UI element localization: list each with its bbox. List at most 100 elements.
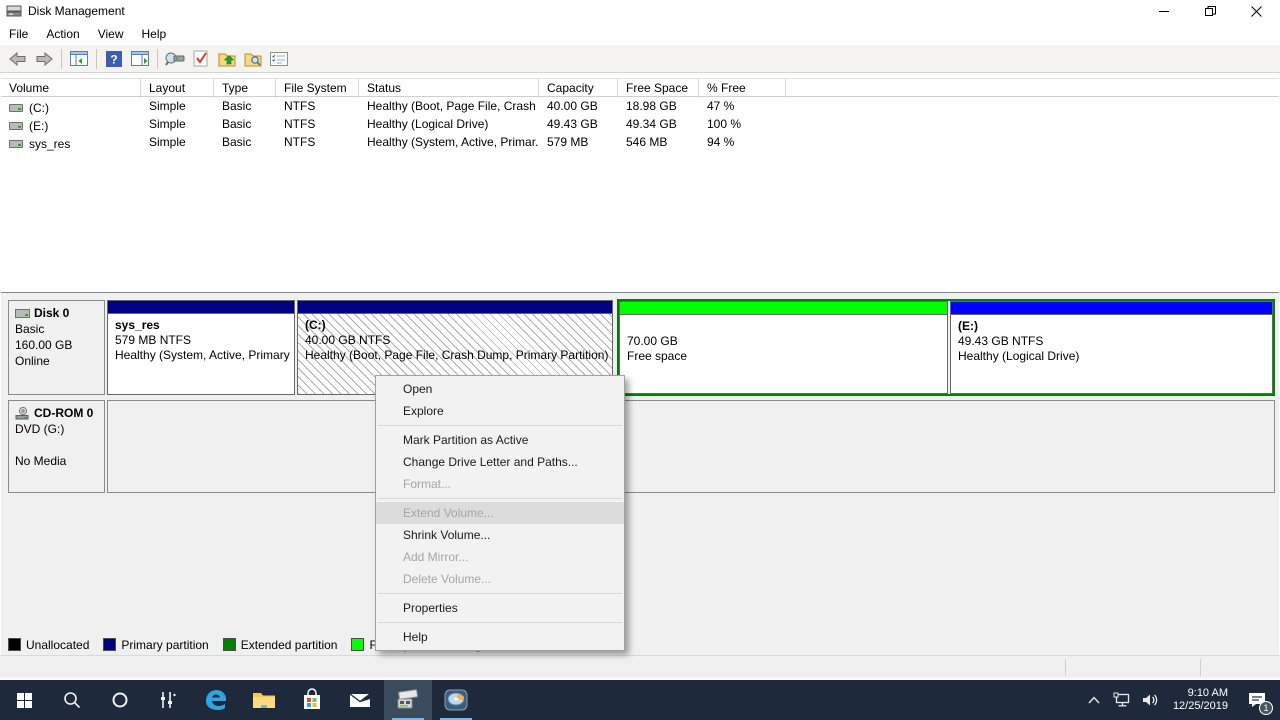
toolbar: ? <box>0 45 1280 73</box>
file-explorer-button[interactable] <box>240 680 288 720</box>
partition-sys-res[interactable]: sys_res 579 MB NTFS Healthy (System, Act… <box>107 300 295 395</box>
disk-management-icon <box>395 688 421 712</box>
partition-name: (C:) <box>305 318 610 333</box>
cdrom-info-panel[interactable]: CD-ROM 0 DVD (G:) No Media <box>8 400 105 493</box>
menu-separator <box>378 425 622 426</box>
store-button[interactable] <box>288 680 336 720</box>
start-button[interactable] <box>0 680 48 720</box>
primary-partition-swatch <box>103 638 116 651</box>
task-view-button[interactable] <box>144 680 192 720</box>
edge-button[interactable] <box>192 680 240 720</box>
volume-row-c[interactable]: (C:) Simple Basic NTFS Healthy (Boot, Pa… <box>1 98 1279 116</box>
minimize-icon <box>1159 6 1170 17</box>
action-pane-icon <box>131 51 149 66</box>
legend-label: Extended partition <box>241 638 338 652</box>
volume-icon <box>9 122 23 130</box>
menu-file[interactable]: File <box>0 22 37 45</box>
legend-label: Unallocated <box>26 638 89 652</box>
taskbar-clock[interactable]: 9:10 AM 12/25/2019 <box>1167 687 1234 713</box>
free-space-region[interactable]: 70.00 GB Free space <box>619 301 948 394</box>
free-space-swatch <box>351 638 364 651</box>
partition-e[interactable]: (E:) 49.43 GB NTFS Healthy (Logical Driv… <box>950 301 1273 394</box>
menu-item-change-drive-letter[interactable]: Change Drive Letter and Paths... <box>376 451 624 473</box>
taskbar-disk-management[interactable] <box>384 680 432 720</box>
system-tray: 9:10 AM 12/25/2019 1 <box>1083 680 1280 720</box>
tray-network-button[interactable] <box>1111 680 1133 720</box>
extended-partition-swatch <box>223 638 236 651</box>
volume-free: 546 MB <box>618 134 699 152</box>
close-button[interactable] <box>1233 0 1279 22</box>
column-header-file-system[interactable]: File System <box>276 79 359 98</box>
action-center-button[interactable]: 1 <box>1240 680 1274 720</box>
legend-extended-partition: Extended partition <box>223 638 338 652</box>
mail-icon <box>348 690 372 710</box>
toolbar-separator <box>61 49 62 69</box>
volume-row-e[interactable]: (E:) Simple Basic NTFS Healthy (Logical … <box>1 116 1279 134</box>
menu-action[interactable]: Action <box>37 22 88 45</box>
help-button[interactable]: ? <box>101 47 127 71</box>
volume-list-panel: Volume Layout Type File System Status Ca… <box>1 73 1279 293</box>
column-header-layout[interactable]: Layout <box>141 79 214 98</box>
volume-row-sysres[interactable]: sys_res Simple Basic NTFS Healthy (Syste… <box>1 134 1279 152</box>
search-button[interactable] <box>48 680 96 720</box>
extended-partition-region: 70.00 GB Free space (E:) 49.43 GB NTFS H… <box>617 299 1275 396</box>
menu-item-help[interactable]: Help <box>376 626 624 648</box>
disk0-info-panel[interactable]: Disk 0 Basic 160.00 GB Online <box>8 300 105 395</box>
menu-item-open[interactable]: Open <box>376 378 624 400</box>
cdrom-state: No Media <box>15 454 100 468</box>
folder-up-button[interactable] <box>214 47 240 71</box>
free-space-size: 70.00 GB <box>627 334 945 349</box>
menu-item-properties[interactable]: Properties <box>376 597 624 619</box>
column-header-free-space[interactable]: Free Space <box>618 79 699 98</box>
column-header-type[interactable]: Type <box>214 79 276 98</box>
volume-status: Healthy (Logical Drive) <box>359 116 539 134</box>
check-disk-icon <box>193 50 209 68</box>
device-properties-button[interactable] <box>162 47 188 71</box>
volume-icon <box>9 140 23 148</box>
toolbar-separator <box>157 49 158 69</box>
back-button[interactable] <box>5 47 31 71</box>
toolbar-separator <box>96 49 97 69</box>
volume-name: (C:) <box>29 101 49 115</box>
menu-item-explore[interactable]: Explore <box>376 400 624 422</box>
show-console-tree-button[interactable] <box>66 47 92 71</box>
volume-capacity: 579 MB <box>539 134 618 152</box>
device-view-icon <box>165 52 185 66</box>
column-header-capacity[interactable]: Capacity <box>539 79 618 98</box>
menu-item-shrink-volume[interactable]: Shrink Volume... <box>376 524 624 546</box>
unallocated-swatch <box>8 638 21 651</box>
disk0-kind: Basic <box>15 322 100 336</box>
volume-icon <box>1141 692 1159 708</box>
details-view-button[interactable] <box>266 47 292 71</box>
menu-view[interactable]: View <box>89 22 133 45</box>
tray-volume-button[interactable] <box>1139 680 1161 720</box>
check-volume-button[interactable] <box>188 47 214 71</box>
desktop: Disk Management File Action View Help ? <box>0 0 1280 720</box>
folder-up-icon <box>218 51 236 67</box>
menu-help[interactable]: Help <box>133 22 176 45</box>
menu-item-extend-volume: Extend Volume... <box>376 502 624 524</box>
forward-button[interactable] <box>31 47 57 71</box>
cdrom-media-region[interactable] <box>107 400 1275 493</box>
primary-partition-strip <box>298 301 612 314</box>
volume-free: 18.98 GB <box>618 98 699 116</box>
column-header-status[interactable]: Status <box>359 79 539 98</box>
show-action-pane-button[interactable] <box>127 47 153 71</box>
menu-item-mark-partition-active[interactable]: Mark Partition as Active <box>376 429 624 451</box>
disk0-state: Online <box>15 354 100 368</box>
partition-name: (E:) <box>958 319 1270 334</box>
folder-find-button[interactable] <box>240 47 266 71</box>
network-icon <box>1113 692 1131 708</box>
mail-button[interactable] <box>336 680 384 720</box>
title-bar: Disk Management <box>0 0 1280 22</box>
logical-drive-strip <box>951 302 1272 315</box>
taskbar-partition-tool[interactable] <box>432 680 480 720</box>
column-header-volume[interactable]: Volume <box>1 79 141 98</box>
minimize-button[interactable] <box>1141 0 1187 22</box>
cortana-button[interactable] <box>96 680 144 720</box>
tray-chevron-button[interactable] <box>1083 680 1105 720</box>
notification-badge: 1 <box>1259 701 1273 715</box>
disk0-size: 160.00 GB <box>15 338 100 352</box>
restore-button[interactable] <box>1187 0 1233 22</box>
column-header-pct-free[interactable]: % Free <box>699 79 786 98</box>
